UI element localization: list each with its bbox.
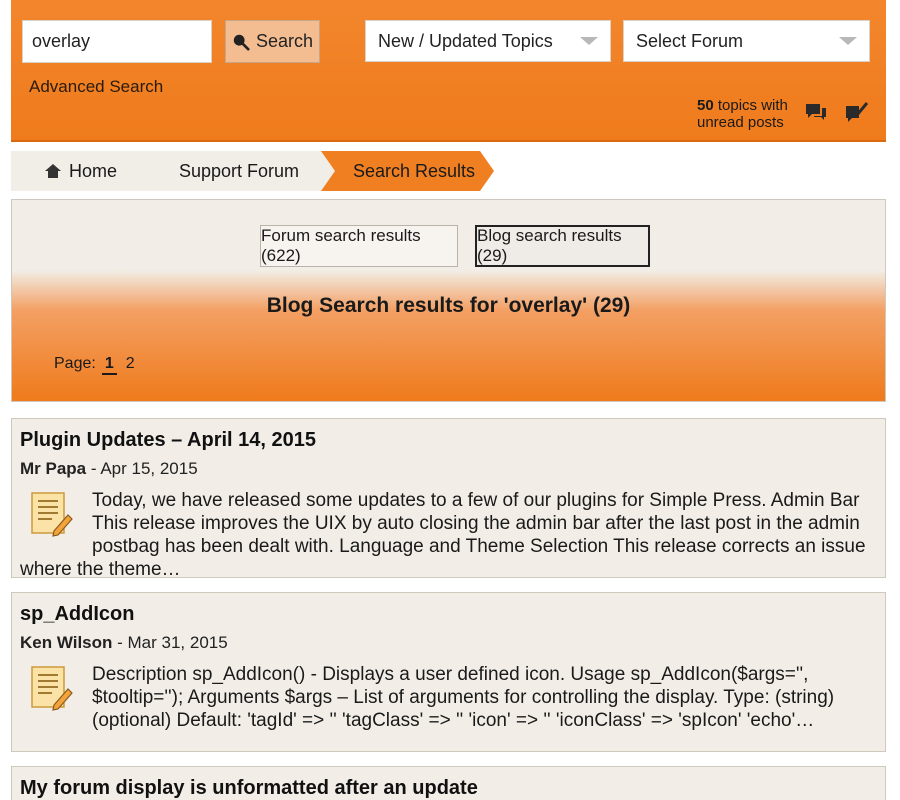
post-date: - Apr 15, 2015 <box>90 459 198 478</box>
forum-select-value: Select Forum <box>636 30 744 51</box>
chevron-down-icon <box>580 37 598 45</box>
unread-text: topics with <box>717 97 788 114</box>
list-item: My forum display is unformatted after an… <box>11 766 886 800</box>
post-excerpt-container: Today, we have released some updates to … <box>20 489 877 581</box>
post-excerpt: Today, we have released some updates to … <box>20 490 866 580</box>
breadcrumb-home-label: Home <box>69 160 118 181</box>
post-excerpt: Description sp_AddIcon() - Displays a us… <box>92 664 835 731</box>
breadcrumb-forum-label: Support Forum <box>179 160 300 181</box>
home-icon <box>45 164 61 178</box>
advanced-search-link[interactable]: Advanced Search <box>29 77 163 97</box>
search-button-label: Search <box>255 31 314 51</box>
unread-count-number: 50 <box>697 97 714 114</box>
tab-blog-results[interactable]: Blog search results (29) <box>475 225 650 267</box>
page-2-link[interactable]: 2 <box>123 355 138 373</box>
post-meta: Ken Wilson - Mar 31, 2015 <box>20 633 877 653</box>
topics-select-value: New / Updated Topics <box>378 30 553 51</box>
post-date: - Mar 31, 2015 <box>117 633 228 652</box>
breadcrumb: Home Support Forum Search Results <box>11 151 501 191</box>
unread-text-2: unread posts <box>697 114 784 131</box>
search-results-panel: Forum search results (622) Blog search r… <box>11 199 886 402</box>
list-item: Plugin Updates – April 14, 2015 Mr Papa … <box>11 418 886 581</box>
post-title-link[interactable]: sp_AddIcon <box>20 603 877 625</box>
topics-select[interactable]: New / Updated Topics <box>365 20 611 62</box>
unread-topics-icon[interactable] <box>804 101 828 123</box>
breadcrumb-results-label: Search Results <box>353 160 476 181</box>
breadcrumb-search-results[interactable]: Search Results <box>321 151 494 191</box>
blog-post-icon <box>31 666 73 711</box>
search-button[interactable]: Search <box>225 20 320 63</box>
post-meta: Mr Papa - Apr 15, 2015 <box>20 459 877 479</box>
mark-read-icon[interactable] <box>844 101 868 123</box>
page-label: Page: <box>54 355 96 372</box>
pagination: Page: 1 2 <box>54 355 138 375</box>
list-item: sp_AddIcon Ken Wilson - Mar 31, 2015 Des… <box>11 592 886 752</box>
page-title: Blog Search results for 'overlay' (29) <box>266 294 631 317</box>
search-input[interactable] <box>22 20 212 63</box>
post-author[interactable]: Mr Papa <box>20 459 86 478</box>
page-1-link[interactable]: 1 <box>101 355 117 375</box>
post-title-link[interactable]: Plugin Updates – April 14, 2015 <box>20 429 877 451</box>
post-author[interactable]: Ken Wilson <box>20 633 112 652</box>
post-excerpt-container: Description sp_AddIcon() - Displays a us… <box>20 663 877 732</box>
unread-topics-count: 50 topics with unread posts <box>697 97 788 131</box>
breadcrumb-home[interactable]: Home <box>11 151 161 191</box>
chevron-down-icon <box>839 37 857 45</box>
post-title-link[interactable]: My forum display is unformatted after an… <box>20 777 877 799</box>
search-icon <box>233 34 250 51</box>
breadcrumb-support-forum[interactable]: Support Forum <box>147 151 337 191</box>
blog-post-icon <box>31 492 73 537</box>
tab-forum-results[interactable]: Forum search results (622) <box>260 225 458 267</box>
forum-header: Search New / Updated Topics Select Forum… <box>11 0 886 142</box>
forum-select[interactable]: Select Forum <box>623 20 870 62</box>
